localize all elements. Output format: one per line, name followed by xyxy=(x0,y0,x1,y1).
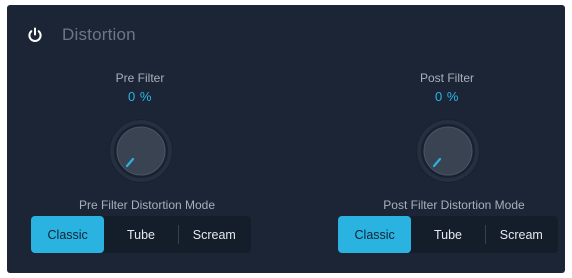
pre-mode-classic-button[interactable]: Classic xyxy=(31,216,105,253)
post-filter-knob[interactable] xyxy=(414,117,482,185)
post-mode-scream-button[interactable]: Scream xyxy=(484,216,558,253)
post-filter-label: Post Filter xyxy=(419,71,474,85)
pre-filter-mode-label: Pre Filter Distortion Mode xyxy=(78,198,216,212)
post-filter-value: 0 % xyxy=(435,89,459,104)
pre-mode-tube-button[interactable]: Tube xyxy=(104,216,177,253)
post-mode-classic-button[interactable]: Classic xyxy=(338,216,412,253)
pre-filter-knob[interactable] xyxy=(107,117,175,185)
post-filter-mode-label: Post Filter Distortion Mode xyxy=(383,198,525,212)
distortion-panel: Distortion Pre Filter 0 % Pre Filter Dis… xyxy=(7,5,565,273)
post-filter-section: Post Filter 0 % Post Filter Distortion M… xyxy=(334,5,572,273)
pre-filter-label: Pre Filter xyxy=(115,71,165,85)
pre-filter-value: 0 % xyxy=(128,89,152,104)
post-filter-mode-selector: Classic Tube Scream xyxy=(338,216,558,253)
pre-filter-mode-selector: Classic Tube Scream xyxy=(31,216,251,253)
post-mode-tube-button[interactable]: Tube xyxy=(411,216,484,253)
pre-filter-section: Pre Filter 0 % Pre Filter Distortion Mod… xyxy=(27,5,267,273)
pre-mode-scream-button[interactable]: Scream xyxy=(177,216,251,253)
